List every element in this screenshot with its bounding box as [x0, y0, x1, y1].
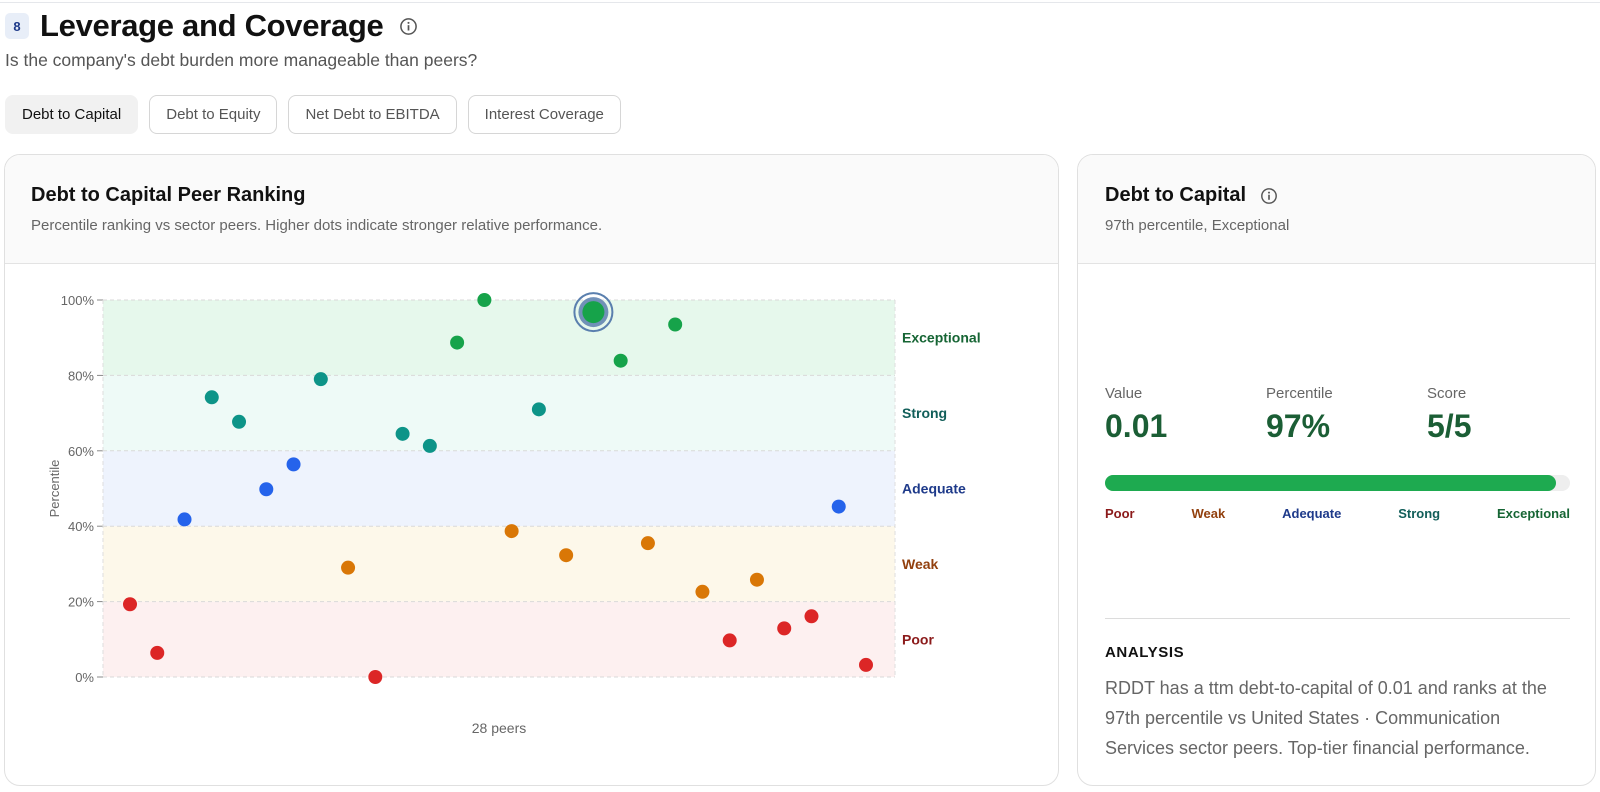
peer-dot	[177, 512, 192, 527]
x-axis-label: 28 peers	[472, 720, 526, 736]
peer-dot	[286, 457, 301, 472]
tab-interest-coverage[interactable]: Interest Coverage	[467, 95, 621, 134]
y-tick-label: 80%	[68, 368, 94, 383]
y-axis-label: Percentile	[47, 460, 62, 518]
band-label-poor: Poor	[902, 631, 934, 647]
peer-dot	[859, 657, 873, 672]
scale-label-strong: Strong	[1398, 506, 1441, 521]
rating-scale: Poor Weak Adequate Strong Exceptional	[1105, 506, 1570, 521]
peer-dot	[613, 353, 628, 368]
peer-ranking-card: Debt to Capital Peer Ranking Percentile …	[4, 154, 1059, 786]
band-label-strong: Strong	[902, 405, 947, 421]
stat-number: 0.01	[1105, 408, 1168, 444]
peer-dot	[422, 438, 437, 453]
peer-dot	[777, 621, 792, 636]
band-poor	[103, 601, 895, 677]
peer-dot	[749, 572, 764, 587]
y-tick-label: 100%	[61, 293, 95, 308]
section-title: Leverage and Coverage	[40, 8, 384, 43]
tab-debt-to-capital[interactable]: Debt to Capital	[5, 95, 139, 134]
peer-dot	[559, 548, 574, 563]
scale-label-exceptional: Exceptional	[1496, 506, 1570, 521]
band-weak	[103, 526, 895, 602]
stat-percentile: Percentile 97%	[1266, 385, 1427, 445]
peer-dot	[804, 609, 819, 624]
stat-label: Score	[1427, 385, 1467, 402]
top-divider	[0, 2, 1600, 3]
peer-dot-highlighted	[582, 301, 605, 324]
band-strong	[103, 375, 895, 451]
peer-dot	[640, 536, 655, 551]
stat-number: 97%	[1266, 408, 1331, 444]
analysis-text: RDDT has a ttm debt-to-capital of 0.01 a…	[1105, 678, 1547, 758]
peer-dot	[204, 390, 219, 405]
peer-dot	[395, 426, 410, 441]
peer-dot	[232, 414, 247, 429]
peer-dot	[123, 597, 137, 612]
y-tick-label: 60%	[68, 444, 94, 459]
analysis-heading: ANALYSIS	[1105, 644, 1185, 661]
metric-tabs: Debt to Capital Debt to Equity Net Debt …	[5, 95, 621, 134]
tab-debt-to-equity[interactable]: Debt to Equity	[149, 95, 278, 134]
analysis-divider	[1105, 618, 1570, 619]
peer-dot	[341, 560, 356, 575]
y-tick-label: 40%	[68, 519, 94, 534]
band-exceptional	[103, 300, 895, 376]
peer-dot	[477, 293, 492, 307]
metric-stats: Value 0.01 Percentile 97% Score 5/5	[1105, 385, 1588, 445]
metric-detail-summary: 97th percentile, Exceptional	[1105, 217, 1290, 234]
metric-detail-card: Debt to Capital 97th percentile, Excepti…	[1077, 154, 1596, 786]
band-label-adequate: Adequate	[902, 481, 966, 497]
stat-score: Score 5/5	[1427, 385, 1588, 445]
percentile-progress-fill	[1105, 475, 1557, 491]
info-icon[interactable]	[399, 17, 418, 36]
peer-dot	[450, 335, 465, 350]
info-icon[interactable]	[1260, 187, 1278, 205]
peer-dot	[668, 317, 683, 332]
y-tick-label: 0%	[75, 670, 94, 685]
y-tick-label: 20%	[68, 595, 94, 610]
stat-label: Percentile	[1266, 385, 1333, 402]
stat-label: Value	[1105, 385, 1143, 402]
band-adequate	[103, 450, 895, 527]
peer-dot	[531, 402, 546, 417]
metric-detail-card-header: Debt to Capital 97th percentile, Excepti…	[1078, 155, 1595, 264]
peer-dot	[259, 482, 274, 497]
peer-dot	[150, 645, 165, 660]
peer-dot	[722, 633, 737, 648]
section-number-badge: 8	[5, 13, 29, 39]
peer-dot	[368, 670, 383, 684]
peer-dot	[831, 499, 846, 514]
section-header: 8 Leverage and Coverage	[5, 8, 418, 44]
stat-value: Value 0.01	[1105, 385, 1266, 445]
stat-number: 5/5	[1427, 408, 1472, 444]
peer-dot	[695, 584, 710, 599]
peer-ranking-chart: Exceptional Strong Adequate Weak Poor 0% 20% 40…	[47, 292, 981, 736]
tab-net-debt-to-ebitda[interactable]: Net Debt to EBITDA	[288, 95, 457, 134]
band-label-weak: Weak	[902, 556, 939, 572]
band-label-exceptional: Exceptional	[902, 330, 981, 346]
peer-dot	[504, 524, 519, 539]
scale-label-weak: Weak	[1191, 506, 1226, 521]
percentile-progress-bar	[1105, 475, 1570, 491]
section-subtitle: Is the company's debt burden more manage…	[5, 50, 478, 70]
peer-dot	[313, 372, 328, 387]
metric-detail-title: Debt to Capital	[1105, 184, 1247, 206]
scale-label-adequate: Adequate	[1282, 506, 1342, 521]
scale-label-poor: Poor	[1105, 506, 1135, 521]
